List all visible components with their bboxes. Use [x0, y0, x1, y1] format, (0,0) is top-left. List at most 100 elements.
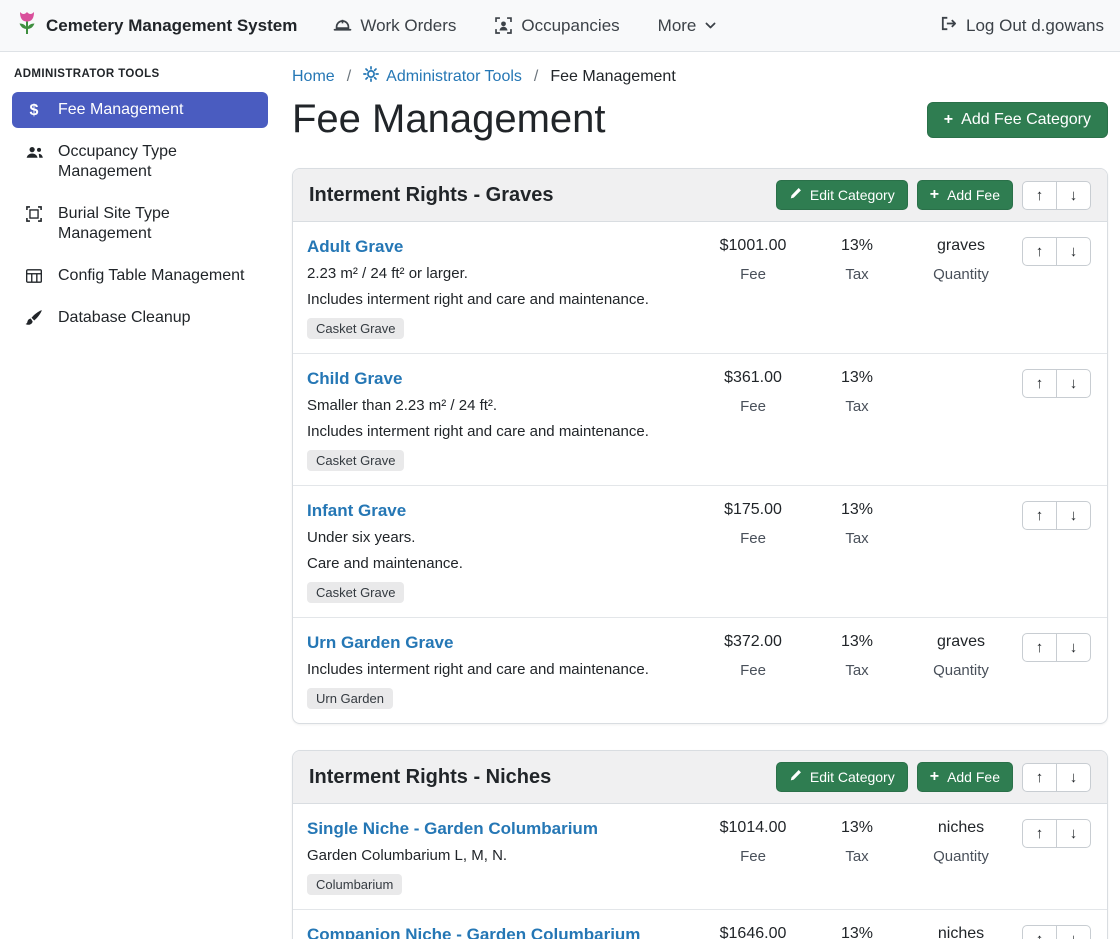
move-fee-down-button[interactable]: ↓	[1056, 819, 1091, 848]
edit-category-label: Edit Category	[810, 187, 895, 203]
move-fee-down-button[interactable]: ↓	[1056, 369, 1091, 398]
fee-tax: 13%	[805, 633, 909, 652]
move-category-up-button[interactable]: ↑	[1022, 763, 1057, 792]
fee-reorder-group: ↑ ↓	[1022, 925, 1091, 939]
fee-amount-column: $1014.00 Fee	[701, 819, 805, 865]
fee-amount: $372.00	[701, 633, 805, 652]
fee-amount: $1001.00	[701, 237, 805, 256]
add-fee-label: Add Fee	[947, 187, 1000, 203]
fee-description-line1: Garden Columbarium L, M, N.	[307, 847, 693, 864]
fee-row: Child Grave Smaller than 2.23 m² / 24 ft…	[293, 354, 1107, 486]
fee-type-badge: Casket Grave	[307, 318, 404, 339]
sidebar-item-database-cleanup[interactable]: Database Cleanup	[12, 300, 268, 336]
breadcrumb-home-link[interactable]: Home	[292, 68, 335, 86]
fee-name-link[interactable]: Adult Grave	[307, 237, 403, 257]
move-fee-up-button[interactable]: ↑	[1022, 633, 1057, 662]
fee-tax-column: 13% Tax	[805, 501, 909, 547]
fee-info: Adult Grave 2.23 m² / 24 ft² or larger. …	[307, 237, 701, 339]
arrow-up-icon: ↑	[1036, 243, 1044, 260]
category-body: Single Niche - Garden Columbarium Garden…	[293, 804, 1107, 939]
plus-icon: +	[930, 187, 939, 203]
add-fee-button[interactable]: + Add Fee	[917, 762, 1013, 792]
fee-name-link[interactable]: Child Grave	[307, 369, 402, 389]
add-fee-category-button[interactable]: + Add Fee Category	[927, 102, 1108, 138]
brush-icon	[24, 309, 44, 327]
fee-name-link[interactable]: Urn Garden Grave	[307, 633, 453, 653]
arrow-up-icon: ↑	[1036, 825, 1044, 842]
fee-tax-column: 13% Tax	[805, 369, 909, 415]
move-category-up-button[interactable]: ↑	[1022, 181, 1057, 210]
edit-category-button[interactable]: Edit Category	[776, 762, 908, 792]
move-fee-up-button[interactable]: ↑	[1022, 501, 1057, 530]
fee-info: Urn Garden Grave Includes interment righ…	[307, 633, 701, 709]
move-fee-down-button[interactable]: ↓	[1056, 501, 1091, 530]
move-fee-down-button[interactable]: ↓	[1056, 237, 1091, 266]
sidebar-item-label: Occupancy Type Management	[58, 142, 256, 182]
nav-item-work-orders[interactable]: Work Orders	[333, 16, 456, 36]
fee-amount: $1014.00	[701, 819, 805, 838]
breadcrumb-admin-label: Administrator Tools	[386, 68, 522, 86]
fee-type-badge: Urn Garden	[307, 688, 393, 709]
arrow-up-icon: ↑	[1036, 769, 1044, 786]
tulip-logo-icon	[16, 10, 38, 42]
move-fee-up-button[interactable]: ↑	[1022, 369, 1057, 398]
sidebar-item-config-table-management[interactable]: Config Table Management	[12, 258, 268, 294]
fee-amount-column: $1646.00 Fee	[701, 925, 805, 939]
app-title: Cemetery Management System	[46, 16, 297, 36]
sidebar-item-fee-management[interactable]: $ Fee Management	[12, 92, 268, 128]
fee-amount: $175.00	[701, 501, 805, 520]
category-title: Interment Rights - Niches	[309, 766, 551, 789]
arrow-up-icon: ↑	[1036, 639, 1044, 656]
fee-tax-column: 13% Tax	[805, 237, 909, 283]
move-fee-up-button[interactable]: ↑	[1022, 819, 1057, 848]
fee-quantity-label: Quantity	[909, 662, 1013, 679]
fee-reorder-group: ↑ ↓	[1022, 237, 1091, 266]
fee-tax-label: Tax	[805, 266, 909, 283]
nav-label: Work Orders	[360, 16, 456, 36]
edit-category-button[interactable]: Edit Category	[776, 180, 908, 210]
fee-quantity: niches	[909, 819, 1013, 838]
app-brand[interactable]: Cemetery Management System	[16, 10, 297, 42]
fee-name-link[interactable]: Single Niche - Garden Columbarium	[307, 819, 598, 839]
main-navigation: Work Orders Occupancies More	[333, 16, 717, 36]
move-category-down-button[interactable]: ↓	[1056, 763, 1091, 792]
fee-name-link[interactable]: Companion Niche - Garden Columbarium	[307, 925, 640, 939]
move-fee-down-button[interactable]: ↓	[1056, 925, 1091, 939]
nav-item-occupancies[interactable]: Occupancies	[494, 16, 619, 36]
nav-item-more[interactable]: More	[658, 16, 718, 36]
move-fee-down-button[interactable]: ↓	[1056, 633, 1091, 662]
fee-tax-label: Tax	[805, 398, 909, 415]
fee-quantity-column: niches Quantity	[909, 925, 1013, 939]
category-header: Interment Rights - Niches Edit Category …	[293, 751, 1107, 804]
sidebar-item-label: Fee Management	[58, 100, 183, 120]
category-actions: Edit Category + Add Fee ↑ ↓	[776, 180, 1091, 210]
add-fee-button[interactable]: + Add Fee	[917, 180, 1013, 210]
sidebar-item-label: Config Table Management	[58, 266, 245, 286]
fee-info: Infant Grave Under six years. Care and m…	[307, 501, 701, 603]
bounding-box-icon	[24, 205, 44, 223]
sidebar-item-burial-site-type-management[interactable]: Burial Site Type Management	[12, 196, 268, 252]
fee-amount: $1646.00	[701, 925, 805, 939]
fee-tax-label: Tax	[805, 530, 909, 547]
logout-button[interactable]: Log Out d.gowans	[939, 14, 1104, 38]
fee-quantity	[909, 369, 1013, 388]
fee-description-line2: Care and maintenance.	[307, 555, 693, 572]
breadcrumb-admin-tools-link[interactable]: Administrator Tools	[363, 66, 522, 87]
category-header: Interment Rights - Graves Edit Category …	[293, 169, 1107, 222]
add-fee-category-label: Add Fee Category	[961, 111, 1091, 129]
fee-tax-column: 13% Tax	[805, 925, 909, 939]
fee-tax: 13%	[805, 369, 909, 388]
arrow-down-icon: ↓	[1070, 825, 1078, 842]
hard-hat-icon	[333, 16, 352, 35]
fee-reorder-group: ↑ ↓	[1022, 369, 1091, 398]
fee-quantity: graves	[909, 237, 1013, 256]
fee-amount-label: Fee	[701, 530, 805, 547]
fee-amount-column: $1001.00 Fee	[701, 237, 805, 283]
fee-name-link[interactable]: Infant Grave	[307, 501, 406, 521]
move-fee-up-button[interactable]: ↑	[1022, 925, 1057, 939]
arrow-down-icon: ↓	[1070, 187, 1078, 204]
move-category-down-button[interactable]: ↓	[1056, 181, 1091, 210]
fee-type-badge: Casket Grave	[307, 582, 404, 603]
move-fee-up-button[interactable]: ↑	[1022, 237, 1057, 266]
sidebar-item-occupancy-type-management[interactable]: Occupancy Type Management	[12, 134, 268, 190]
